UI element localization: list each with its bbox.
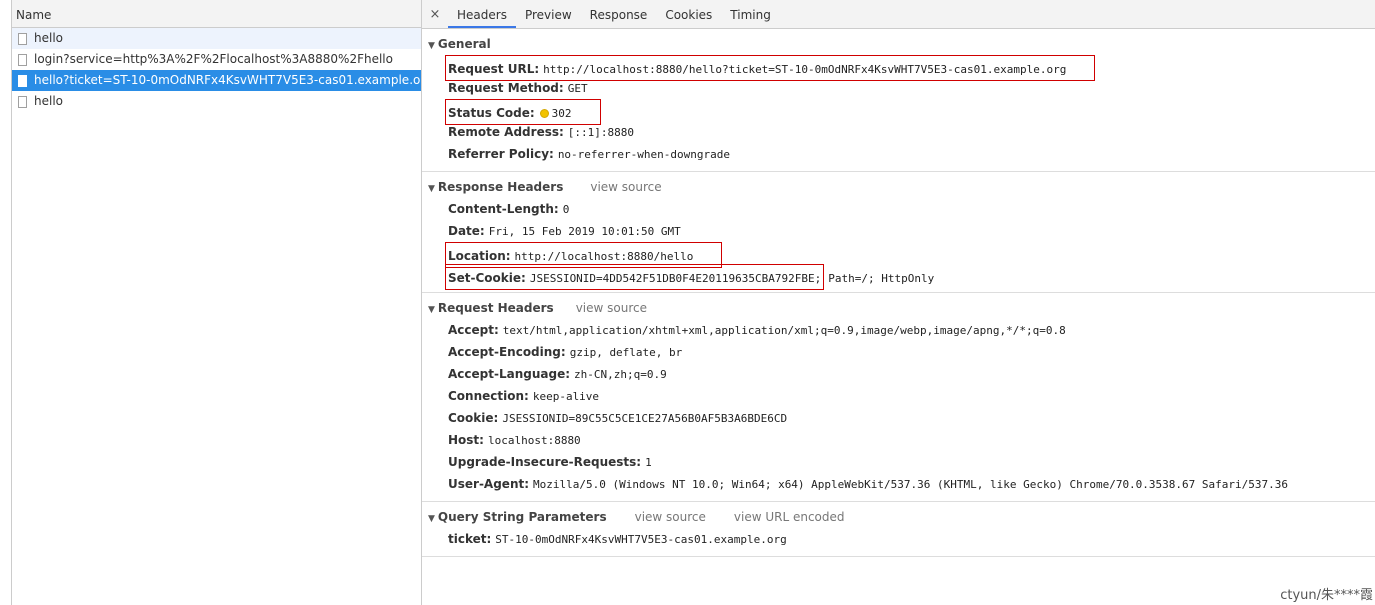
- name-column-header[interactable]: Name: [12, 0, 421, 28]
- response-headers-section: ▼ Response Headers view source Content-Len…: [422, 172, 1375, 293]
- set-cookie-highlight: Set-Cookie: JSESSIONID=4DD542F51DB0F4E201…: [445, 264, 825, 290]
- request-header-row: Accept-Language: zh-CN,zh;q=0.9: [448, 367, 667, 381]
- request-row[interactable]: hello: [12, 91, 421, 112]
- request-headers-toggle[interactable]: ▼ Request Headers view source: [422, 293, 1375, 319]
- date-row: Date: Fri, 15 Feb 2019 10:01:50 GMT: [448, 224, 681, 238]
- request-row[interactable]: hello: [12, 28, 421, 49]
- query-params-section: ▼ Query String Parameters view source view …: [422, 502, 1375, 557]
- view-source-link[interactable]: view source: [576, 301, 647, 315]
- request-row-selected[interactable]: hello?ticket=ST-10-0mOdNRFx4KsvWHT7V5E3-…: [12, 70, 421, 91]
- response-headers-toggle[interactable]: ▼ Response Headers view source: [422, 172, 1375, 198]
- content-length-row: Content-Length: 0: [448, 202, 570, 216]
- request-header-row: Connection: keep-alive: [448, 389, 600, 403]
- triangle-down-icon: ▼: [428, 184, 435, 194]
- request-header-row: Accept: text/html,application/xhtml+xml,a…: [448, 323, 1066, 337]
- request-row[interactable]: login?service=http%3A%2F%2Flocalhost%3A8…: [12, 49, 421, 70]
- ticket-param-row: ticket: ST-10-0mOdNRFx4KsvWHT7V5E3-cas01.…: [448, 532, 787, 546]
- document-icon: [18, 74, 27, 87]
- view-source-link[interactable]: view source: [635, 510, 706, 524]
- tab-timing[interactable]: Timing: [721, 0, 780, 28]
- triangle-down-icon: ▼: [428, 514, 435, 524]
- request-header-row: Upgrade-Insecure-Requests: 1: [448, 455, 652, 469]
- query-params-toggle[interactable]: ▼ Query String Parameters view source view …: [422, 502, 1375, 528]
- request-details: × Headers Preview Response Cookies Timin…: [422, 0, 1375, 605]
- document-icon: [18, 53, 27, 66]
- location-row: Location: http://localhost:8880/hello: [422, 242, 1375, 268]
- request-header-row: Accept-Encoding: gzip, deflate, br: [448, 345, 683, 359]
- devtools-network-panel: Name hello login?service=http%3A%2F%2Flo…: [0, 0, 1375, 605]
- status-dot-icon: [539, 109, 549, 118]
- request-list: Name hello login?service=http%3A%2F%2Flo…: [11, 0, 422, 605]
- document-icon: [18, 95, 27, 108]
- set-cookie-row: Set-Cookie: JSESSIONID=4DD542F51DB0F4E201…: [422, 264, 1375, 290]
- view-source-link[interactable]: view source: [590, 180, 661, 194]
- status-code-row: Status Code: 302: [422, 99, 1375, 125]
- request-name: hello: [34, 31, 63, 45]
- referrer-policy-row: Referrer Policy: no-referrer-when-downgra…: [448, 147, 730, 161]
- general-section-toggle[interactable]: ▼ General: [422, 29, 1375, 55]
- triangle-down-icon: ▼: [428, 305, 435, 315]
- view-url-encoded-link[interactable]: view URL encoded: [734, 510, 845, 524]
- tab-cookies[interactable]: Cookies: [656, 0, 721, 28]
- request-name: hello: [34, 94, 63, 108]
- tab-preview[interactable]: Preview: [516, 0, 581, 28]
- general-section: ▼ General Request URL: http://localhost:88…: [422, 29, 1375, 172]
- triangle-down-icon: ▼: [428, 41, 435, 51]
- remote-address-row: Remote Address: [::1]:8880: [448, 125, 635, 139]
- tab-response[interactable]: Response: [581, 0, 657, 28]
- request-name: login?service=http%3A%2F%2Flocalhost%3A8…: [34, 52, 393, 66]
- details-tabbar: × Headers Preview Response Cookies Timin…: [422, 0, 1375, 29]
- request-name: hello?ticket=ST-10-0mOdNRFx4KsvWHT7V5E3-…: [34, 73, 421, 87]
- request-headers-section: ▼ Request Headers view source Accept: text/…: [422, 293, 1375, 502]
- request-header-row: User-Agent: Mozilla/5.0 (Windows NT 10.0;…: [448, 477, 1289, 491]
- document-icon: [18, 32, 27, 45]
- close-icon[interactable]: ×: [422, 0, 448, 28]
- request-url-row: Request URL: http://localhost:8880/hello?…: [422, 55, 1375, 81]
- request-header-row: Host: localhost:8880: [448, 433, 581, 447]
- watermark: ctyun/朱****霞: [1280, 588, 1373, 603]
- tab-headers[interactable]: Headers: [448, 0, 516, 28]
- request-header-row: Cookie: JSESSIONID=89C55C5CE1CE27A56B0AF5…: [448, 411, 788, 425]
